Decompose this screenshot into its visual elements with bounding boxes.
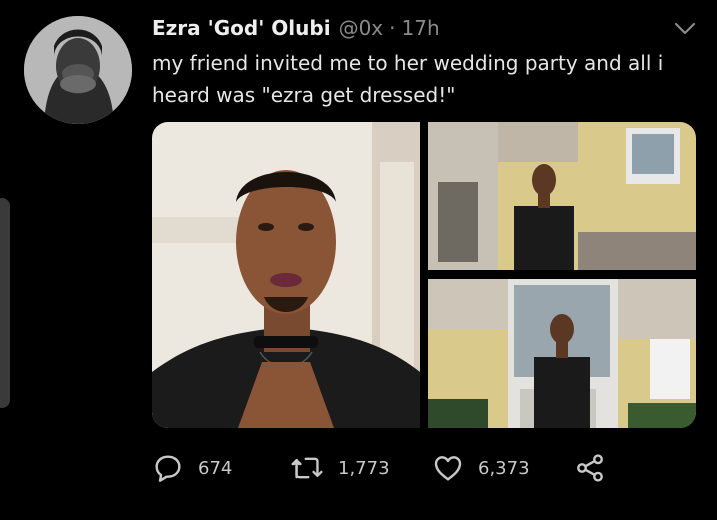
share-button[interactable] xyxy=(574,452,620,484)
tweet-actions: 674 1,773 6,373 xyxy=(152,448,622,488)
tweet-header: Ezra 'God' Olubi @0x · 17h xyxy=(152,12,697,44)
tweet-text: my friend invited me to her wedding part… xyxy=(152,51,664,107)
scroll-handle[interactable] xyxy=(0,198,10,408)
photo-building-1[interactable] xyxy=(428,122,696,270)
chevron-down-icon[interactable] xyxy=(673,16,697,40)
reply-button[interactable]: 674 xyxy=(152,452,290,484)
timestamp[interactable]: 17h xyxy=(402,16,440,40)
photo-building-2[interactable] xyxy=(428,279,696,428)
separator-dot: · xyxy=(389,16,396,40)
photo-selfie[interactable] xyxy=(152,122,420,428)
share-icon xyxy=(577,454,603,482)
media-grid xyxy=(152,122,696,428)
like-icon xyxy=(434,456,462,481)
retweet-button[interactable]: 1,773 xyxy=(290,452,432,484)
avatar[interactable] xyxy=(24,16,132,124)
like-count: 6,373 xyxy=(478,457,530,479)
retweet-count: 1,773 xyxy=(338,457,390,479)
user-handle[interactable]: @0x xyxy=(339,16,384,40)
reply-count: 674 xyxy=(198,457,233,479)
display-name[interactable]: Ezra 'God' Olubi xyxy=(152,16,331,40)
reply-icon xyxy=(155,455,181,482)
retweet-icon xyxy=(291,457,323,479)
like-button[interactable]: 6,373 xyxy=(432,452,574,484)
